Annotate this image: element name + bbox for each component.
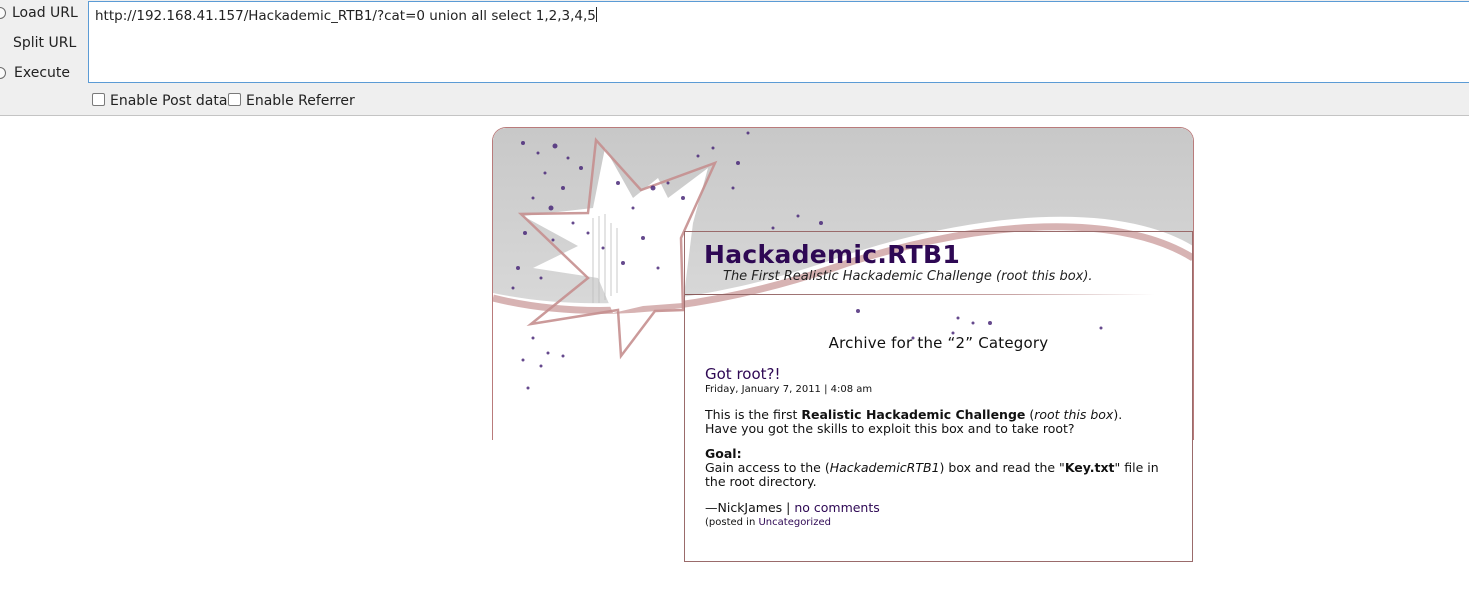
text-fragment: ). xyxy=(1113,407,1123,422)
enable-post-data-checkbox[interactable]: Enable Post data xyxy=(92,92,227,110)
post-author-line: —NickJames | no comments xyxy=(705,500,880,515)
hackbar-toolbar: Load URL Split URL Execute http://192.16… xyxy=(0,0,1469,116)
text-fragment: ) box and read the " xyxy=(939,460,1065,475)
goal-line-1: Gain access to the (HackademicRTB1) box … xyxy=(705,461,1159,475)
key-file-name: Key.txt xyxy=(1064,460,1115,475)
text-fragment: " file in xyxy=(1114,460,1159,475)
comments-link[interactable]: no comments xyxy=(794,500,879,515)
challenge-name: Realistic Hackademic Challenge xyxy=(801,407,1026,422)
blog-title-link[interactable]: Hackademic.RTB1 xyxy=(704,240,960,269)
blog-content-panel: Hackademic.RTB1 The First Realistic Hack… xyxy=(684,231,1193,562)
blog-description: The First Realistic Hackademic Challenge… xyxy=(723,269,1093,284)
goal-label: Goal: xyxy=(705,447,742,461)
post-title-link[interactable]: Got root?! xyxy=(705,365,781,383)
enable-referrer-label: Enable Referrer xyxy=(246,93,355,109)
text-fragment: This is the first xyxy=(705,407,802,422)
text-caret xyxy=(595,7,597,22)
text-fragment: Gain access to the ( xyxy=(705,460,830,475)
goal-line-2: the root directory. xyxy=(705,474,817,489)
url-textarea[interactable]: http://192.168.41.157/Hackademic_RTB1/?c… xyxy=(88,1,1469,83)
post-author: —NickJames | xyxy=(705,500,795,515)
execute-label: Execute xyxy=(14,65,70,81)
post-date: Friday, January 7, 2011 | 4:08 am xyxy=(705,384,873,395)
post-intro-line-1: This is the first Realistic Hackademic C… xyxy=(705,408,1122,422)
root-this-box: root this box xyxy=(1034,407,1114,422)
execute-icon xyxy=(0,67,6,79)
post-intro-line-2: Have you got the skills to exploit this … xyxy=(705,421,1075,436)
url-value: http://192.168.41.157/Hackademic_RTB1/?c… xyxy=(95,8,596,24)
text-fragment: ( xyxy=(1025,407,1035,422)
load-url-icon xyxy=(0,7,6,19)
load-url-label: Load URL xyxy=(12,5,78,21)
enable-referrer-checkbox[interactable]: Enable Referrer xyxy=(228,92,355,110)
checkbox-box[interactable] xyxy=(228,93,241,106)
archive-heading: Archive for the “2” Category xyxy=(828,334,1049,352)
category-link[interactable]: Uncategorized xyxy=(758,517,830,528)
enable-post-data-label: Enable Post data xyxy=(110,93,228,109)
checkbox-box[interactable] xyxy=(92,93,105,106)
posted-in-label: (posted in xyxy=(705,517,759,528)
split-url-label: Split URL xyxy=(13,35,77,51)
post-category-line: (posted in Uncategorized xyxy=(705,517,831,528)
header-divider xyxy=(685,294,1155,295)
box-name: HackademicRTB1 xyxy=(829,460,940,475)
goal-heading: Goal: xyxy=(705,446,742,461)
